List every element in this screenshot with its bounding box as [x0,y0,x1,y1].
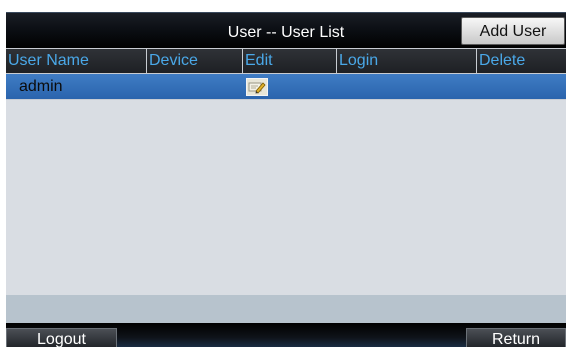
column-header-user-name[interactable]: User Name [6,49,146,73]
user-name-cell: admin [19,78,63,95]
table-row[interactable]: admin [6,74,566,100]
column-header-login[interactable]: Login [336,49,476,73]
column-header-delete[interactable]: Delete [476,49,566,73]
edit-icon[interactable] [246,78,268,96]
title-bar: User -- User List Add User [6,12,566,49]
table-header: User Name Device Edit Login Delete [6,48,566,74]
column-header-edit[interactable]: Edit [242,49,336,73]
user-table-body: admin [6,74,566,324]
bottom-toolbar: Logout Return [6,323,566,347]
return-button[interactable]: Return [466,328,566,347]
column-header-device[interactable]: Device [146,49,242,73]
add-user-button[interactable]: Add User [461,17,565,45]
status-bar [6,295,566,323]
logout-button[interactable]: Logout [6,328,117,347]
user-list-window: User -- User List Add User User Name Dev… [6,12,566,347]
